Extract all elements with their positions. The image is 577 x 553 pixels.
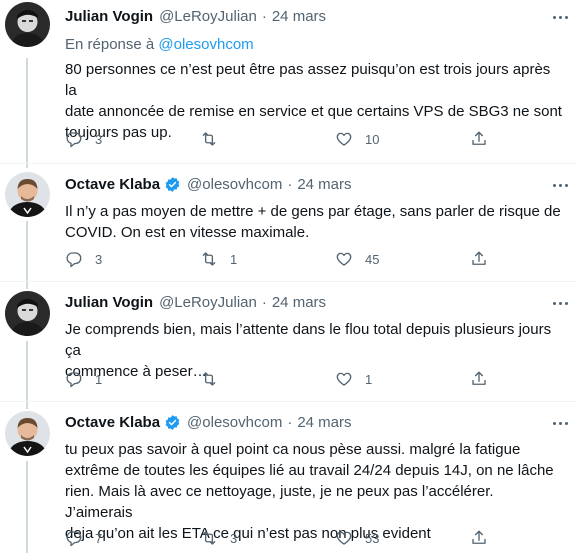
tweet-text-line: Il n’y a pas moyen de mettre + de gens p…: [65, 203, 561, 220]
tweet-text-line: rien. Mais là avec ce nettoyage, juste, …: [65, 483, 494, 521]
share-icon: [472, 131, 486, 145]
heart-icon: [336, 372, 352, 386]
tweet-text-line: extrême de toutes les équipes lié au tra…: [65, 462, 554, 479]
tweet-header: Julian Vogin @LeRoyJulian · 24 mars: [65, 8, 326, 25]
reply-count: 3: [95, 251, 103, 267]
like-count: 45: [365, 251, 380, 267]
tweet-timestamp[interactable]: 24 mars: [272, 8, 326, 25]
tweet[interactable]: Julian Vogin @LeRoyJulian · 24 mars Je c…: [0, 282, 577, 401]
like-count: 53: [365, 530, 380, 546]
tweet[interactable]: Julian Vogin @LeRoyJulian · 24 mars En r…: [0, 0, 577, 163]
retweet-count: 1: [230, 251, 238, 267]
reply-button[interactable]: 7: [65, 529, 102, 547]
reply-count: 3: [95, 131, 103, 147]
share-icon: [472, 530, 486, 544]
author-handle[interactable]: @olesovhcom: [187, 414, 282, 431]
tweet-text: Il n’y a pas moyen de mettre + de gens p…: [65, 201, 565, 243]
share-button[interactable]: [470, 250, 488, 268]
tweet[interactable]: Octave Klaba @olesovhcom · 24 mars tu pe…: [0, 402, 577, 553]
like-button[interactable]: 45: [335, 250, 379, 268]
tweet-timestamp[interactable]: 24 mars: [272, 294, 326, 311]
more-options-icon[interactable]: [549, 8, 571, 26]
heart-icon: [336, 132, 352, 146]
avatar-octave[interactable]: [5, 172, 50, 217]
reply-button[interactable]: 3: [65, 130, 102, 148]
author-handle[interactable]: @LeRoyJulian: [159, 294, 257, 311]
author-name[interactable]: Julian Vogin: [65, 8, 153, 25]
tweet-timestamp[interactable]: 24 mars: [297, 414, 351, 431]
like-count: 1: [365, 371, 373, 387]
tweet-header: Julian Vogin @LeRoyJulian · 24 mars: [65, 294, 326, 311]
heart-icon: [336, 531, 352, 545]
reply-icon: [66, 531, 82, 547]
avatar-julian[interactable]: [5, 2, 50, 47]
share-button[interactable]: [470, 370, 488, 388]
retweet-button[interactable]: 3: [200, 529, 237, 547]
author-handle[interactable]: @olesovhcom: [187, 176, 282, 193]
tweet-header: Octave Klaba @olesovhcom · 24 mars: [65, 176, 352, 193]
more-options-icon[interactable]: [549, 414, 571, 432]
reply-prefix: En réponse à: [65, 36, 155, 53]
tweet-actions: 3 10: [65, 130, 495, 150]
like-button[interactable]: 1: [335, 370, 372, 388]
verified-badge-icon: [165, 415, 180, 430]
retweet-button[interactable]: 1: [200, 250, 237, 268]
reply-button[interactable]: 1: [65, 370, 102, 388]
like-button[interactable]: 10: [335, 130, 379, 148]
reply-count: 1: [95, 371, 103, 387]
more-options-icon[interactable]: [549, 294, 571, 312]
retweet-button[interactable]: [200, 370, 230, 388]
reply-icon: [66, 372, 82, 388]
avatar-julian[interactable]: [5, 291, 50, 336]
author-name[interactable]: Octave Klaba: [65, 176, 160, 193]
author-name[interactable]: Julian Vogin: [65, 294, 153, 311]
share-button[interactable]: [470, 130, 488, 148]
retweet-icon: [202, 372, 216, 386]
tweet-text-line: Je comprends bien, mais l’attente dans l…: [65, 321, 552, 359]
tweet-actions: 1 1: [65, 370, 495, 390]
share-button[interactable]: [470, 529, 488, 547]
reply-icon: [66, 252, 82, 268]
separator-dot: ·: [261, 8, 267, 25]
like-button[interactable]: 53: [335, 529, 379, 547]
more-options-icon[interactable]: [549, 176, 571, 194]
tweet-header: Octave Klaba @olesovhcom · 24 mars: [65, 414, 352, 431]
reply-icon: [66, 132, 82, 148]
like-count: 10: [365, 131, 380, 147]
heart-icon: [336, 252, 352, 266]
reply-button[interactable]: 3: [65, 250, 102, 268]
tweet-actions: 7 3 53: [65, 529, 495, 549]
tweet-text-line: 80 personnes ce n’est peut être pas asse…: [65, 61, 551, 99]
reply-mention-link[interactable]: @olesovhcom: [158, 36, 253, 53]
tweet-actions: 3 1 45: [65, 250, 495, 270]
retweet-icon: [202, 132, 216, 146]
tweet-text-line: date annoncée de remise en service et qu…: [65, 103, 562, 120]
reply-context: En réponse à @olesovhcom: [65, 36, 254, 53]
tweet-timestamp[interactable]: 24 mars: [297, 176, 351, 193]
tweet[interactable]: Octave Klaba @olesovhcom · 24 mars Il n’…: [0, 164, 577, 281]
retweet-button[interactable]: [200, 130, 230, 148]
avatar-octave[interactable]: [5, 411, 50, 456]
reply-count: 7: [95, 530, 103, 546]
author-handle[interactable]: @LeRoyJulian: [159, 8, 257, 25]
tweet-text-line: COVID. On est en vitesse maximale.: [65, 224, 310, 241]
separator-dot: ·: [287, 176, 293, 193]
retweet-icon: [202, 531, 216, 545]
tweet-text-line: tu peux pas savoir à quel point ca nous …: [65, 441, 521, 458]
share-icon: [472, 371, 486, 385]
share-icon: [472, 251, 486, 265]
retweet-count: 3: [230, 530, 238, 546]
separator-dot: ·: [287, 414, 293, 431]
author-name[interactable]: Octave Klaba: [65, 414, 160, 431]
retweet-icon: [202, 252, 216, 266]
separator-dot: ·: [261, 294, 267, 311]
verified-badge-icon: [165, 177, 180, 192]
